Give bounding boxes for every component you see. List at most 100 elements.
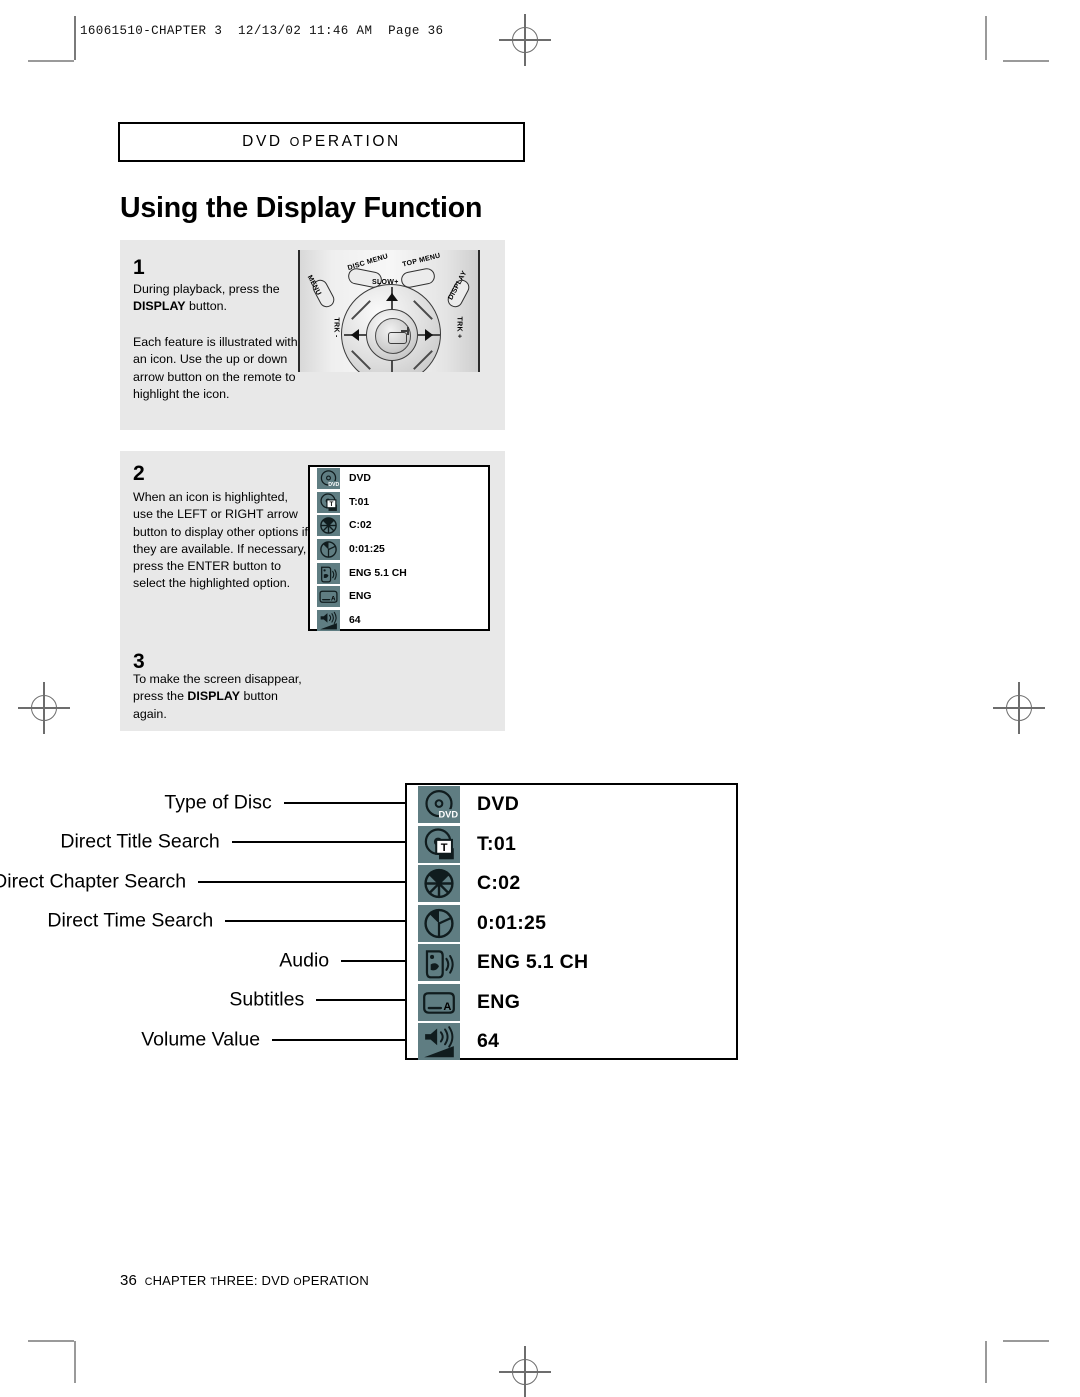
leader-line bbox=[231, 841, 427, 844]
clock-icon bbox=[418, 904, 460, 942]
osd-row[interactable]: C:02 bbox=[407, 864, 736, 904]
dpad-up-arrow-icon bbox=[386, 293, 398, 301]
osd-value: 64 bbox=[349, 614, 361, 626]
diagram-label-row: Direct Title Search bbox=[0, 823, 427, 863]
leader-line bbox=[272, 1038, 427, 1041]
section-header-label: DVD OPERATION bbox=[242, 133, 401, 150]
osd-row[interactable]: C:02 bbox=[310, 514, 488, 538]
osd-value: ENG bbox=[349, 591, 372, 603]
dpad-right-arrow-icon bbox=[425, 329, 433, 341]
footer-chapter-label: CHAPTER THREE: DVD OPERATION bbox=[144, 1273, 369, 1288]
manual-page: 16061510-CHAPTER 3 12/13/02 11:46 AM Pag… bbox=[0, 0, 1080, 1397]
diagram-label-row: Direct Time Search bbox=[0, 902, 427, 942]
registration-mark-left bbox=[18, 682, 70, 734]
osd-value: ENG bbox=[477, 990, 521, 1013]
volume-icon bbox=[317, 609, 340, 631]
osd-row[interactable]: 0:01:25 bbox=[310, 538, 488, 562]
diagram-label-row: Volume Value bbox=[0, 1020, 427, 1060]
dpad-spoke bbox=[413, 350, 433, 370]
leader-line bbox=[225, 920, 427, 923]
remote-label-top-menu: TOP MENU bbox=[401, 252, 442, 269]
osd-row[interactable]: ENG 5.1 CH bbox=[310, 561, 488, 585]
remote-direction-pad bbox=[341, 284, 441, 372]
step-1-number: 1 bbox=[133, 256, 145, 279]
disc-title-icon: T bbox=[418, 825, 460, 863]
diagram-label: Type of Disc bbox=[164, 791, 272, 814]
osd-value: DVD bbox=[349, 473, 371, 485]
osd-row[interactable]: ENG 5.1 CH bbox=[407, 943, 736, 983]
disc-dvd-icon: DVD bbox=[317, 468, 340, 490]
chapter-wheel-icon bbox=[418, 865, 460, 903]
dpad-spoke bbox=[413, 300, 433, 320]
step-1-text-a: During playback, press the DISPLAY butto… bbox=[133, 282, 280, 314]
diagram-label: Subtitles bbox=[229, 988, 305, 1011]
page-footer: 36 CHAPTER THREE: DVD OPERATION bbox=[120, 1272, 369, 1289]
subtitle-icon: A bbox=[418, 983, 460, 1021]
remote-label-trk-minus: TRK - bbox=[332, 317, 340, 338]
osd-row[interactable]: A ENG bbox=[310, 585, 488, 609]
osd-row[interactable]: T T:01 bbox=[407, 825, 736, 865]
clock-icon bbox=[317, 539, 340, 561]
crop-mark-br-h bbox=[1003, 1340, 1049, 1342]
volume-icon bbox=[418, 1023, 460, 1061]
svg-text:T: T bbox=[329, 501, 333, 508]
audio-speech-icon bbox=[317, 562, 340, 584]
osd-value: C:02 bbox=[349, 520, 372, 532]
remote-label-disc-menu: DISC MENU bbox=[346, 253, 390, 272]
crop-mark-bl-h bbox=[28, 1340, 74, 1342]
svg-text:T: T bbox=[441, 842, 448, 854]
svg-text:DVD: DVD bbox=[438, 810, 458, 820]
dpad-spoke bbox=[391, 361, 393, 372]
step-1-text-b: Each feature is illustrated with an icon… bbox=[133, 335, 298, 401]
remote-enter-ring bbox=[366, 309, 418, 361]
diagram-label-row: Subtitles bbox=[0, 981, 427, 1021]
osd-value: 0:01:25 bbox=[477, 911, 547, 934]
remote-enter-button bbox=[375, 318, 411, 354]
diagram-label: Direct Title Search bbox=[60, 830, 220, 853]
crop-mark-br-v bbox=[985, 1341, 987, 1383]
diagram-label-row: Direct Chapter Search bbox=[0, 862, 427, 902]
svg-text:DVD: DVD bbox=[328, 482, 339, 488]
audio-speech-icon bbox=[418, 944, 460, 982]
osd-row[interactable]: T T:01 bbox=[310, 491, 488, 515]
osd-row[interactable]: DVD DVD bbox=[310, 467, 488, 491]
leader-line bbox=[198, 880, 427, 883]
svg-text:A: A bbox=[443, 1001, 451, 1013]
diagram-label: Volume Value bbox=[141, 1028, 261, 1051]
osd-value: 0:01:25 bbox=[349, 544, 385, 556]
crop-mark-tl-h bbox=[28, 60, 74, 62]
disc-title-icon: T bbox=[317, 491, 340, 513]
osd-value: T:01 bbox=[477, 832, 517, 855]
step-2-number: 2 bbox=[133, 462, 145, 485]
chapter-wheel-icon bbox=[317, 515, 340, 537]
crop-mark-tr-h bbox=[1003, 60, 1049, 62]
osd-diagram-large: DVD DVD T T:01 C:02 0:01:25 ENG 5.1 CH A ENG 64 bbox=[405, 783, 738, 1062]
dpad-left-arrow-icon bbox=[351, 329, 359, 341]
print-slug-line: 16061510-CHAPTER 3 12/13/02 11:46 AM Pag… bbox=[80, 24, 444, 38]
diagram-label-row: Audio bbox=[0, 941, 427, 981]
diagram-label-row: Type of Disc bbox=[0, 783, 427, 823]
osd-row[interactable]: A ENG bbox=[407, 983, 736, 1023]
page-title: Using the Display Function bbox=[120, 192, 483, 224]
osd-value: 64 bbox=[477, 1030, 500, 1053]
enter-icon bbox=[388, 332, 407, 344]
dpad-spoke bbox=[351, 300, 371, 320]
remote-label-trk-plus: TRK + bbox=[455, 316, 463, 339]
enter-icon-tick bbox=[407, 327, 409, 335]
osd-row[interactable]: 64 bbox=[407, 1022, 736, 1062]
footer-page-number: 36 bbox=[120, 1272, 138, 1289]
osd-preview-small: DVD DVD T T:01 C:02 0:01:25 ENG 5.1 CH A ENG 64 bbox=[308, 465, 490, 631]
osd-row[interactable]: DVD DVD bbox=[407, 785, 736, 825]
diagram-label: Direct Chapter Search bbox=[0, 870, 187, 893]
diagram-label: Direct Time Search bbox=[47, 909, 214, 932]
registration-mark-right bbox=[993, 682, 1045, 734]
slug-rule bbox=[74, 16, 76, 60]
section-header-box: DVD OPERATION bbox=[118, 122, 525, 162]
osd-row[interactable]: 0:01:25 bbox=[407, 904, 736, 944]
osd-row[interactable]: 64 bbox=[310, 609, 488, 633]
osd-value: C:02 bbox=[477, 872, 521, 895]
registration-mark-top bbox=[499, 14, 551, 66]
diagram-label-column: Type of Disc Direct Title Search Direct Ch… bbox=[0, 783, 427, 1060]
crop-mark-bl-v bbox=[74, 1341, 76, 1383]
subtitle-icon: A bbox=[317, 586, 340, 608]
